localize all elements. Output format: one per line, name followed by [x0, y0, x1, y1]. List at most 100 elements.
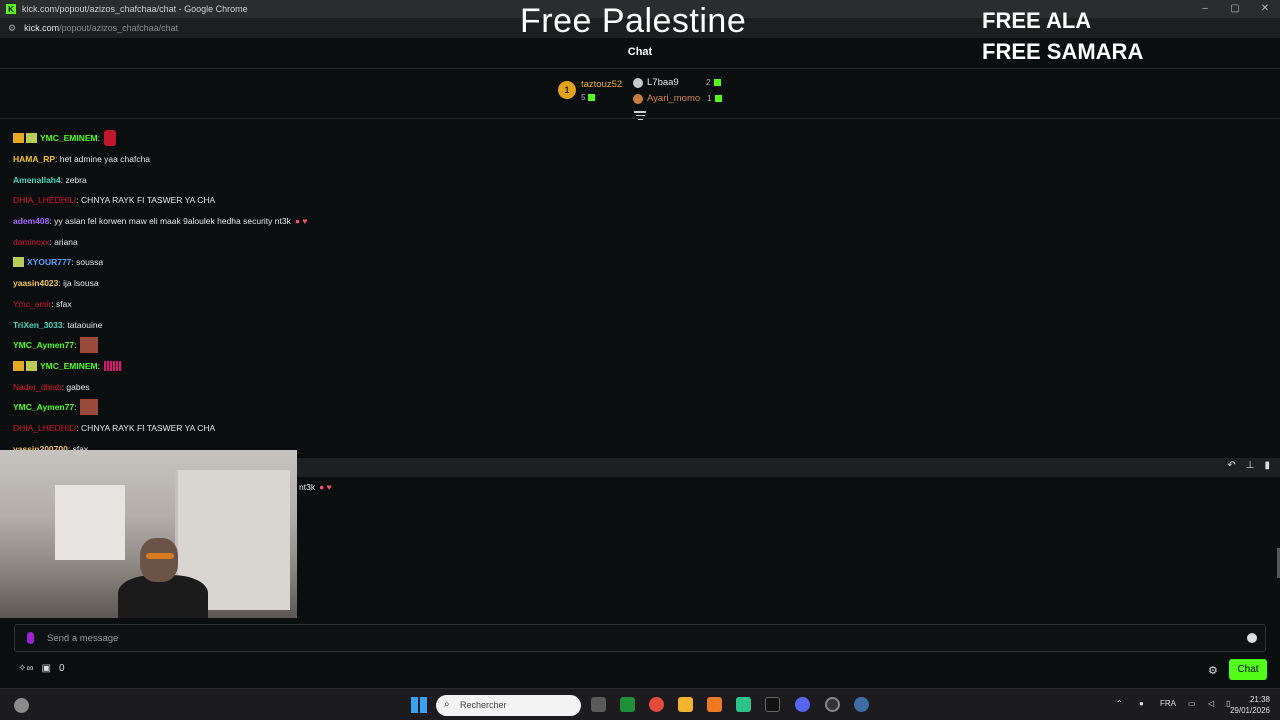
chat-text: ariana: [54, 236, 78, 247]
app-icon[interactable]: [765, 697, 780, 712]
discord-icon[interactable]: [795, 697, 810, 712]
leaderboard-name-3[interactable]: Ayari_momo: [647, 93, 700, 104]
windows-taskbar: ⌕ Rechercher ⌃ ● FRA ▭ ◁ ▯ 21:38 29/01/2…: [0, 688, 1280, 720]
taskbar-clock[interactable]: 21:38 29/01/2026: [1230, 694, 1270, 716]
app-icon[interactable]: [707, 697, 722, 712]
pin-icon[interactable]: ⊥: [1246, 460, 1255, 471]
emote-icon: [104, 130, 116, 147]
mic-icon[interactable]: [27, 632, 34, 644]
chat-message: DHIA_LHEDHILI: CHNYA RAYK FI TASWER YA C…: [13, 422, 216, 433]
chrome-icon[interactable]: [649, 697, 664, 712]
crown-badge-icon: [13, 133, 24, 144]
minimize-icon[interactable]: –: [1190, 0, 1220, 18]
url-domain: kick.com: [24, 23, 60, 33]
chat-username[interactable]: yaasin4023: [13, 278, 58, 288]
chat-username[interactable]: Amenallah4: [13, 175, 61, 185]
app-icon[interactable]: [620, 697, 635, 712]
mic-tray-icon[interactable]: ●: [1139, 699, 1144, 708]
file-explorer-icon[interactable]: [678, 697, 693, 712]
chat-message: YMC_EMINEM:: [13, 128, 613, 149]
chat-message: Ymc_amir: sfax: [13, 298, 72, 309]
chat-message: YMC_Aymen77:: [13, 335, 613, 356]
crown-badge-icon: [13, 360, 24, 371]
window-controls: – ▢ ✕: [1190, 0, 1280, 18]
chat-username[interactable]: HAMA_RP: [13, 154, 55, 164]
chat-text: ija lsousa: [63, 278, 99, 289]
chat-message: daminoxx: ariana: [13, 236, 78, 247]
url-path: /popout/azizos_chafchaa/chat: [59, 23, 179, 33]
chat-text: sfax: [56, 298, 72, 309]
webcam-overlay: [0, 450, 297, 618]
maximize-icon[interactable]: ▢: [1220, 0, 1250, 18]
search-icon: ⌕: [444, 699, 450, 710]
trash-icon[interactable]: ▮: [1264, 460, 1270, 471]
filter-icon[interactable]: [634, 111, 646, 121]
chat-username[interactable]: YMC_Aymen77: [13, 340, 74, 350]
taskbar-search-placeholder: Rechercher: [460, 700, 507, 710]
undo-icon[interactable]: ↶: [1227, 460, 1235, 471]
leaderboard-count-2: 2: [706, 77, 721, 87]
chat-username[interactable]: daminoxx: [13, 237, 49, 247]
chat-username[interactable]: adem408: [13, 216, 49, 226]
tray-chevron-icon[interactable]: ⌃: [1116, 699, 1123, 708]
leaderboard-name-2[interactable]: L7baa9: [647, 77, 679, 88]
volume-icon[interactable]: ◁: [1208, 699, 1214, 708]
chat-username[interactable]: YMC_EMINEM: [40, 133, 98, 143]
chat-send-button[interactable]: Chat: [1229, 659, 1267, 680]
app-icon[interactable]: [825, 697, 840, 712]
settings-gear-icon[interactable]: ⚙: [1208, 664, 1218, 677]
chat-username[interactable]: Ymc_amir: [13, 299, 51, 309]
close-icon[interactable]: ✕: [1250, 0, 1280, 18]
window-title: kick.com/popout/azizos_chafchaa/chat - G…: [22, 4, 248, 14]
task-view-icon[interactable]: [591, 697, 606, 712]
chat-message: Amenallah4: zebra: [13, 174, 87, 185]
heart-emoji-icon: ● ♥: [319, 482, 332, 492]
chat-message: DHIA_LHEDHILI: CHNYA RAYK FI TASWER YA C…: [13, 195, 216, 206]
overlay-free-palestine: Free Palestine: [520, 2, 747, 40]
gift-count: 0: [58, 663, 65, 674]
chat-username[interactable]: XYOUR777: [27, 257, 71, 267]
taskbar-search[interactable]: ⌕ Rechercher: [436, 695, 581, 716]
message-placeholder: Send a message: [47, 633, 119, 644]
site-info-icon[interactable]: ⚙: [8, 23, 16, 34]
chat-username[interactable]: Nader_dhiab: [13, 382, 62, 392]
emoji-picker-icon[interactable]: [1247, 633, 1257, 643]
emote-icon: [80, 399, 99, 416]
windows-start-icon[interactable]: [411, 697, 427, 713]
chat-username[interactable]: DHIA_LHEDHILI: [13, 423, 76, 433]
streamer-glasses: [146, 553, 174, 559]
chat-message: adem408: yy aslan fel korwen maw eli maa…: [13, 216, 308, 227]
clock-date: 29/01/2026: [1229, 706, 1270, 715]
chat-username[interactable]: DHIA_LHEDHILI: [13, 195, 76, 205]
rank-badge: 1: [558, 81, 576, 99]
chat-username[interactable]: TriXen_3033: [13, 320, 63, 330]
chat-username[interactable]: YMC_EMINEM: [40, 361, 98, 371]
chat-message: yaasin4023: ija lsousa: [13, 278, 99, 289]
chat-text: CHNYA RAYK FI TASWER YA CHA: [81, 195, 216, 206]
chat-message: Nader_dhiab: gabes: [13, 381, 90, 392]
chat-text: zebra: [65, 174, 87, 185]
network-icon[interactable]: ▭: [1188, 699, 1196, 708]
message-input[interactable]: Send a message: [14, 624, 1266, 652]
chat-username[interactable]: YMC_Aymen77: [13, 402, 74, 412]
silver-rank-icon: [633, 78, 643, 88]
emote-icon: [80, 337, 99, 354]
leaderboard-name-1[interactable]: taztouz52: [581, 79, 622, 90]
leaderboard-count-3: 1: [707, 93, 722, 103]
leaderboard-count-1: 5: [581, 93, 596, 102]
gift-box-icon[interactable]: ▣: [42, 663, 51, 674]
kick-logo-icon[interactable]: ✧∞: [18, 663, 34, 674]
app-icon[interactable]: [736, 697, 751, 712]
chat-text: CHNYA RAYK FI TASWER YA CHA: [81, 422, 216, 433]
pinned-message-text: nt3k ● ♥: [299, 482, 332, 492]
gift-gem-icon: [713, 79, 721, 87]
language-indicator[interactable]: FRA: [1160, 699, 1176, 708]
chat-message: YMC_EMINEM:: [13, 356, 613, 377]
settings-app-icon[interactable]: [854, 697, 869, 712]
widgets-icon[interactable]: [14, 698, 29, 713]
chat-messages: YMC_EMINEM: HAMA_RP: het admine yaa chaf…: [13, 128, 613, 459]
chat-message: XYOUR777: soussa: [13, 252, 613, 273]
gifter-badge-icon: [13, 257, 24, 268]
pinned-message-bar: ↶ ⊥ ▮: [297, 458, 1280, 477]
chat-text: yy aslan fel korwen maw eli maak 9aloule…: [54, 216, 291, 227]
